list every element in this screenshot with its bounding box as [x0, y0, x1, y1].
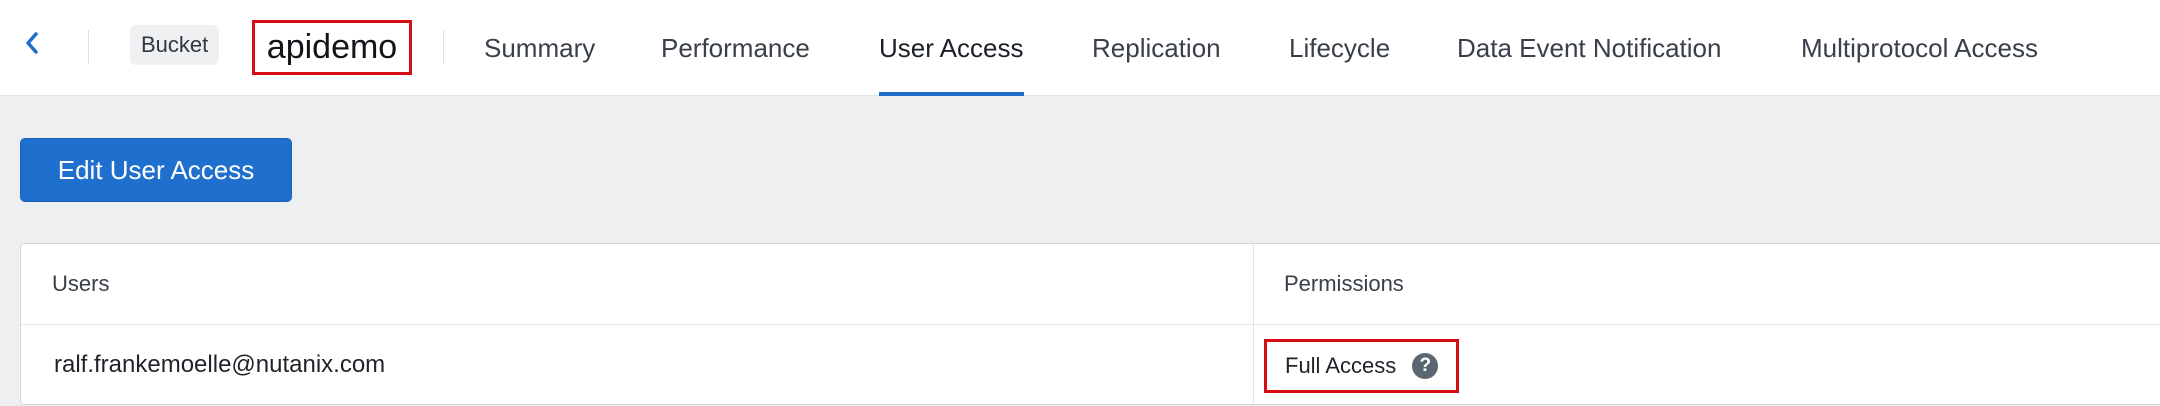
bucket-name-title: apidemo [252, 20, 412, 75]
permission-cell: Full Access ? [1264, 339, 1459, 393]
back-button[interactable] [18, 28, 46, 58]
tab-replication[interactable]: Replication [1092, 0, 1221, 96]
edit-user-access-button[interactable]: Edit User Access [20, 138, 292, 202]
tab-data-event-notification[interactable]: Data Event Notification [1457, 0, 1721, 96]
user-email-cell: ralf.frankemoelle@nutanix.com [54, 351, 386, 378]
column-header-users: Users [52, 271, 110, 296]
tab-user-access[interactable]: User Access [879, 0, 1024, 96]
question-circle-icon[interactable]: ? [1412, 353, 1439, 379]
table-header: Users Permissions [21, 244, 2160, 325]
divider [88, 30, 89, 64]
chevron-left-icon [26, 32, 38, 54]
top-navigation-bar: Bucket apidemo Summary Performance User … [0, 0, 2160, 96]
column-divider [1253, 244, 1254, 406]
entity-type-badge: Bucket [130, 25, 220, 65]
tab-performance[interactable]: Performance [661, 0, 810, 96]
tab-lifecycle[interactable]: Lifecycle [1289, 0, 1390, 96]
tab-multiprotocol-access[interactable]: Multiprotocol Access [1801, 0, 2038, 96]
divider [443, 30, 444, 64]
tab-summary[interactable]: Summary [484, 0, 595, 96]
column-header-permissions: Permissions [1284, 271, 1404, 296]
user-access-table: Users Permissions ralf.frankemoelle@nuta… [20, 243, 2160, 406]
permission-label: Full Access [1285, 353, 1397, 378]
